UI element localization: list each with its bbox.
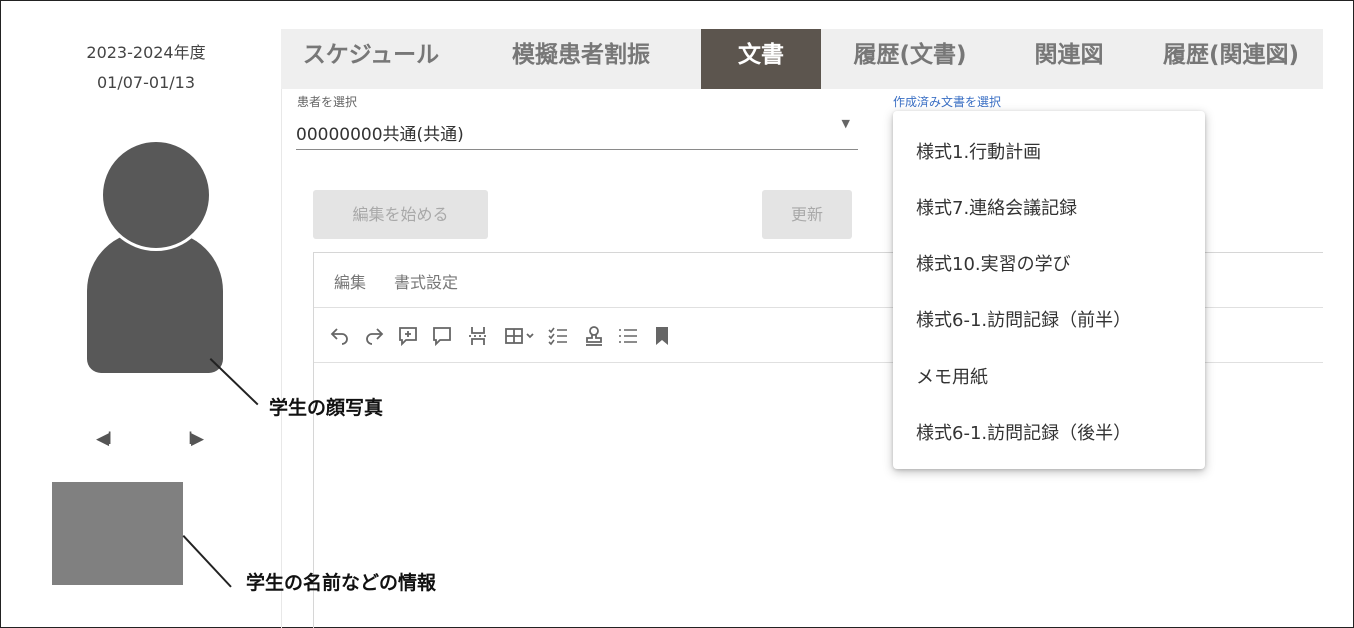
bookmark-icon[interactable] [646, 320, 678, 352]
list-icon[interactable] [612, 320, 644, 352]
document-option[interactable]: 様式6-1.訪問記録（後半） [916, 419, 1131, 445]
photo-annotation: 学生の顔写真 [269, 397, 384, 419]
main-tabs: スケジュール 模擬患者割振 文書 履歴(文書) 関連図 履歴(関連図) [281, 29, 1323, 89]
update-button[interactable]: 更新 [762, 190, 852, 239]
chevron-down-icon: ▼ [841, 117, 850, 130]
menu-edit[interactable]: 編集 [334, 269, 366, 293]
screenshot-frame: 2023-2024年度 01/07-01/13 ◀I I▶ スケジュール 模擬患… [0, 0, 1354, 628]
comment-icon[interactable] [426, 320, 458, 352]
tab-schedule[interactable]: スケジュール [281, 29, 461, 89]
student-photo [87, 139, 223, 373]
stamp-icon[interactable] [578, 320, 610, 352]
page-break-icon[interactable] [462, 320, 494, 352]
document-option[interactable]: 様式7.連絡会議記録 [916, 194, 1077, 220]
menu-format[interactable]: 書式設定 [394, 269, 458, 293]
tab-patient-assignment[interactable]: 模擬患者割振 [461, 29, 701, 89]
academic-year: 2023-2024年度 [86, 43, 206, 62]
info-annotation: 学生の名前などの情報 [246, 572, 437, 594]
patient-select-label: 患者を選択 [297, 95, 358, 109]
previous-student-button[interactable]: ◀I [96, 429, 112, 449]
document-option[interactable]: 様式10.実習の学び [916, 250, 1071, 276]
week-range: 01/07-01/13 [97, 73, 195, 92]
undo-icon[interactable] [324, 320, 356, 352]
document-option[interactable]: 様式1.行動計画 [916, 138, 1041, 164]
tab-documents[interactable]: 文書 [701, 29, 821, 89]
document-option[interactable]: メモ用紙 [916, 363, 988, 389]
patient-select[interactable]: 00000000共通(共通) ▼ [296, 113, 858, 150]
student-navigation: ◀I I▶ [96, 429, 216, 453]
panel-divider [281, 89, 282, 628]
checklist-icon[interactable] [542, 320, 574, 352]
student-panel: 2023-2024年度 01/07-01/13 ◀I I▶ [1, 1, 281, 628]
table-icon[interactable] [498, 320, 542, 352]
student-info-placeholder [52, 482, 183, 585]
tab-document-history[interactable]: 履歴(文書) [821, 29, 999, 89]
tab-diagram-history[interactable]: 履歴(関連図) [1139, 29, 1323, 89]
add-comment-icon[interactable] [392, 320, 424, 352]
avatar-body [87, 231, 223, 373]
document-select-label[interactable]: 作成済み文書を選択 [893, 93, 1001, 110]
redo-icon[interactable] [358, 320, 390, 352]
next-student-button[interactable]: I▶ [188, 429, 204, 449]
avatar-head [100, 139, 212, 251]
patient-select-value: 00000000共通(共通) [296, 125, 464, 145]
start-edit-button[interactable]: 編集を始める [313, 190, 488, 239]
document-option[interactable]: 様式6-1.訪問記録（前半） [916, 306, 1131, 332]
tab-relation-diagram[interactable]: 関連図 [999, 29, 1139, 89]
document-dropdown-menu: 様式1.行動計画 様式7.連絡会議記録 様式10.実習の学び 様式6-1.訪問記… [893, 111, 1205, 469]
